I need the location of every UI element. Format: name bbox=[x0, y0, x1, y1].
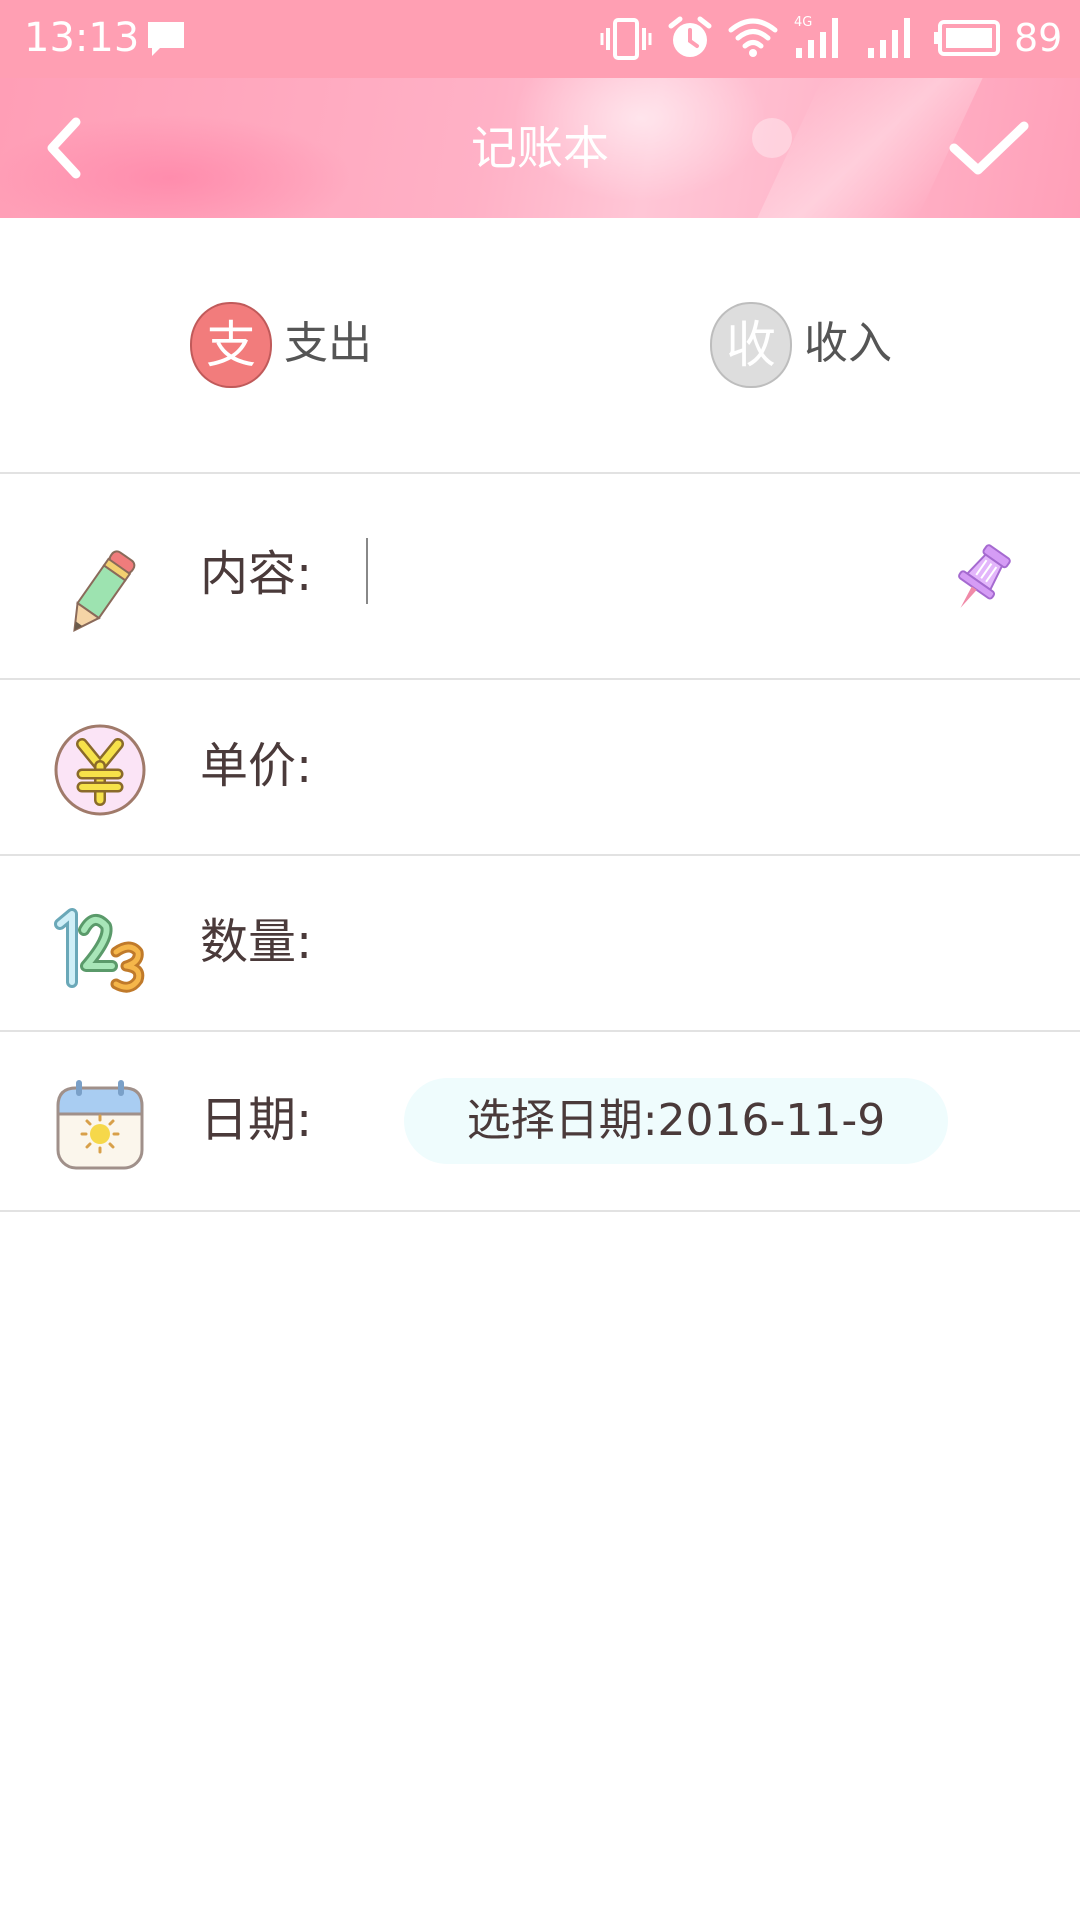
content-input[interactable] bbox=[360, 538, 900, 608]
back-button[interactable] bbox=[30, 108, 120, 188]
alarm-icon bbox=[668, 16, 712, 57]
status-bar: 13:13 4G 89 bbox=[0, 0, 1080, 78]
content-row: 内容: bbox=[0, 474, 1080, 680]
quantity-row: 数量: bbox=[0, 856, 1080, 1032]
numbers-123-icon bbox=[54, 908, 145, 993]
date-row: 日期: 选择日期:2016-11-9 bbox=[0, 1032, 1080, 1212]
battery-icon bbox=[934, 20, 1000, 56]
confirm-button[interactable] bbox=[940, 108, 1040, 188]
expense-label: 支出 bbox=[284, 318, 372, 369]
wifi-icon bbox=[728, 18, 778, 57]
content-label: 内容: bbox=[200, 546, 313, 602]
pencil-icon bbox=[73, 550, 136, 632]
calendar-icon bbox=[56, 1080, 144, 1170]
status-time: 13:13 bbox=[24, 15, 140, 61]
date-picker-button[interactable]: 选择日期:2016-11-9 bbox=[404, 1078, 948, 1164]
text-cursor bbox=[366, 538, 368, 604]
type-selector: 支 支出 收 收入 bbox=[0, 218, 1080, 474]
signal-4g-icon: 4G bbox=[794, 15, 838, 58]
title-bar-orb bbox=[752, 118, 792, 158]
quantity-input[interactable] bbox=[360, 906, 980, 976]
date-label: 日期: bbox=[200, 1092, 313, 1148]
price-input[interactable] bbox=[360, 730, 980, 800]
quantity-label: 数量: bbox=[200, 914, 313, 970]
battery-level: 89 bbox=[1014, 16, 1063, 60]
vibrate-icon bbox=[600, 18, 652, 60]
pin-button[interactable] bbox=[944, 542, 1016, 618]
yuan-coin-icon bbox=[54, 724, 146, 816]
pushpin-icon bbox=[958, 544, 1011, 608]
checkmark-icon bbox=[949, 121, 1029, 175]
title-bar: 记账本 bbox=[0, 78, 1080, 218]
income-option[interactable]: 收 收入 bbox=[710, 302, 910, 388]
expense-option[interactable]: 支 支出 bbox=[190, 302, 390, 388]
svg-text:4G: 4G bbox=[794, 15, 812, 30]
price-label: 单价: bbox=[200, 738, 313, 794]
income-badge-icon: 收 bbox=[710, 302, 792, 388]
price-row: 单价: bbox=[0, 680, 1080, 856]
expense-badge-icon: 支 bbox=[190, 302, 272, 388]
signal-icon bbox=[868, 18, 910, 58]
income-label: 收入 bbox=[804, 318, 892, 369]
chevron-left-icon bbox=[47, 117, 81, 179]
page-title: 记账本 bbox=[471, 121, 609, 175]
app-screen: 13:13 4G 89 记账本 支 支出 收 收入 内容: 单价: 数量: 日期… bbox=[0, 0, 1080, 1920]
message-icon bbox=[148, 22, 184, 56]
